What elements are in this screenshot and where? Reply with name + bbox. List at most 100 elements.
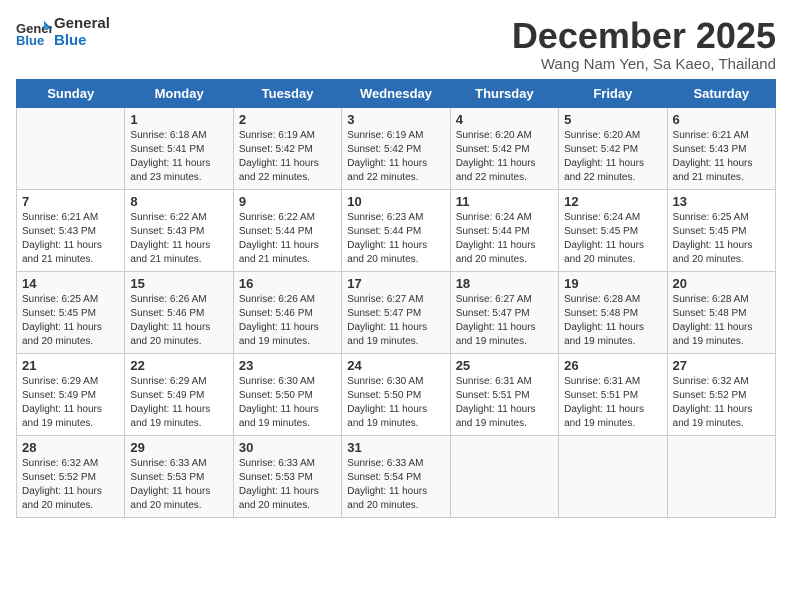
day-number: 17 <box>347 276 444 291</box>
day-number: 1 <box>130 112 227 127</box>
cell-content: Sunrise: 6:25 AM Sunset: 5:45 PM Dayligh… <box>673 211 770 267</box>
day-number: 19 <box>564 276 661 291</box>
calendar-cell: 8 Sunrise: 6:22 AM Sunset: 5:43 PM Daylig… <box>125 189 233 271</box>
calendar-cell: 28 Sunrise: 6:32 AM Sunset: 5:52 PM Dayli… <box>17 435 125 517</box>
day-number: 12 <box>564 194 661 209</box>
calendar-cell: 12 Sunrise: 6:24 AM Sunset: 5:45 PM Dayli… <box>559 189 667 271</box>
day-number: 14 <box>22 276 119 291</box>
logo-blue-text: Blue <box>54 33 110 50</box>
cell-content: Sunrise: 6:31 AM Sunset: 5:51 PM Dayligh… <box>564 375 661 431</box>
header: General Blue General Blue December 2025 … <box>16 16 776 73</box>
calendar-day-header: Saturday <box>667 79 775 107</box>
calendar-cell: 5 Sunrise: 6:20 AM Sunset: 5:42 PM Daylig… <box>559 107 667 189</box>
cell-content: Sunrise: 6:20 AM Sunset: 5:42 PM Dayligh… <box>564 129 661 185</box>
cell-content: Sunrise: 6:28 AM Sunset: 5:48 PM Dayligh… <box>564 293 661 349</box>
calendar-cell: 16 Sunrise: 6:26 AM Sunset: 5:46 PM Dayli… <box>233 271 341 353</box>
calendar-day-header: Friday <box>559 79 667 107</box>
calendar-day-header: Thursday <box>450 79 558 107</box>
day-number: 18 <box>456 276 553 291</box>
day-number: 7 <box>22 194 119 209</box>
cell-content: Sunrise: 6:22 AM Sunset: 5:43 PM Dayligh… <box>130 211 227 267</box>
cell-content: Sunrise: 6:23 AM Sunset: 5:44 PM Dayligh… <box>347 211 444 267</box>
day-number: 29 <box>130 440 227 455</box>
calendar-day-header: Wednesday <box>342 79 450 107</box>
calendar-day-header: Monday <box>125 79 233 107</box>
cell-content: Sunrise: 6:30 AM Sunset: 5:50 PM Dayligh… <box>239 375 336 431</box>
day-number: 6 <box>673 112 770 127</box>
cell-content: Sunrise: 6:19 AM Sunset: 5:42 PM Dayligh… <box>239 129 336 185</box>
cell-content: Sunrise: 6:30 AM Sunset: 5:50 PM Dayligh… <box>347 375 444 431</box>
calendar-cell: 19 Sunrise: 6:28 AM Sunset: 5:48 PM Dayli… <box>559 271 667 353</box>
calendar-cell <box>450 435 558 517</box>
day-number: 15 <box>130 276 227 291</box>
cell-content: Sunrise: 6:27 AM Sunset: 5:47 PM Dayligh… <box>456 293 553 349</box>
calendar-cell: 20 Sunrise: 6:28 AM Sunset: 5:48 PM Dayli… <box>667 271 775 353</box>
day-number: 27 <box>673 358 770 373</box>
calendar-week-row: 1 Sunrise: 6:18 AM Sunset: 5:41 PM Daylig… <box>17 107 776 189</box>
calendar-day-header: Sunday <box>17 79 125 107</box>
cell-content: Sunrise: 6:32 AM Sunset: 5:52 PM Dayligh… <box>22 457 119 513</box>
calendar-cell: 29 Sunrise: 6:33 AM Sunset: 5:53 PM Dayli… <box>125 435 233 517</box>
calendar-cell: 2 Sunrise: 6:19 AM Sunset: 5:42 PM Daylig… <box>233 107 341 189</box>
cell-content: Sunrise: 6:26 AM Sunset: 5:46 PM Dayligh… <box>239 293 336 349</box>
day-number: 20 <box>673 276 770 291</box>
calendar-cell: 26Sunrise: 6:31 AM Sunset: 5:51 PM Dayli… <box>559 353 667 435</box>
calendar-cell: 30 Sunrise: 6:33 AM Sunset: 5:53 PM Dayli… <box>233 435 341 517</box>
day-number: 13 <box>673 194 770 209</box>
logo: General Blue General Blue <box>16 16 110 49</box>
calendar-cell: 7 Sunrise: 6:21 AM Sunset: 5:43 PM Daylig… <box>17 189 125 271</box>
calendar-cell: 24 Sunrise: 6:30 AM Sunset: 5:50 PM Dayli… <box>342 353 450 435</box>
cell-content: Sunrise: 6:33 AM Sunset: 5:54 PM Dayligh… <box>347 457 444 513</box>
day-number: 3 <box>347 112 444 127</box>
calendar-day-header: Tuesday <box>233 79 341 107</box>
calendar-cell: 27 Sunrise: 6:32 AM Sunset: 5:52 PM Dayli… <box>667 353 775 435</box>
calendar-cell: 4Sunrise: 6:20 AM Sunset: 5:42 PM Daylig… <box>450 107 558 189</box>
day-number: 24 <box>347 358 444 373</box>
day-number: 8 <box>130 194 227 209</box>
day-number: 25 <box>456 358 553 373</box>
day-number: 28 <box>22 440 119 455</box>
calendar-cell: 3 Sunrise: 6:19 AM Sunset: 5:42 PM Daylig… <box>342 107 450 189</box>
cell-content: Sunrise: 6:24 AM Sunset: 5:45 PM Dayligh… <box>564 211 661 267</box>
calendar-cell: 22 Sunrise: 6:29 AM Sunset: 5:49 PM Dayli… <box>125 353 233 435</box>
title-block: December 2025 Wang Nam Yen, Sa Kaeo, Tha… <box>512 16 776 73</box>
location-title: Wang Nam Yen, Sa Kaeo, Thailand <box>512 56 776 73</box>
calendar-cell: 21 Sunrise: 6:29 AM Sunset: 5:49 PM Dayli… <box>17 353 125 435</box>
calendar-cell: 6Sunrise: 6:21 AM Sunset: 5:43 PM Daylig… <box>667 107 775 189</box>
cell-content: Sunrise: 6:33 AM Sunset: 5:53 PM Dayligh… <box>239 457 336 513</box>
day-number: 30 <box>239 440 336 455</box>
day-number: 16 <box>239 276 336 291</box>
day-number: 10 <box>347 194 444 209</box>
cell-content: Sunrise: 6:21 AM Sunset: 5:43 PM Dayligh… <box>22 211 119 267</box>
cell-content: Sunrise: 6:19 AM Sunset: 5:42 PM Dayligh… <box>347 129 444 185</box>
calendar-cell: 10 Sunrise: 6:23 AM Sunset: 5:44 PM Dayli… <box>342 189 450 271</box>
calendar-cell <box>559 435 667 517</box>
cell-content: Sunrise: 6:28 AM Sunset: 5:48 PM Dayligh… <box>673 293 770 349</box>
calendar-cell: 25 Sunrise: 6:31 AM Sunset: 5:51 PM Dayli… <box>450 353 558 435</box>
calendar-cell: 31Sunrise: 6:33 AM Sunset: 5:54 PM Dayli… <box>342 435 450 517</box>
cell-content: Sunrise: 6:31 AM Sunset: 5:51 PM Dayligh… <box>456 375 553 431</box>
calendar-cell <box>667 435 775 517</box>
calendar-header-row: SundayMondayTuesdayWednesdayThursdayFrid… <box>17 79 776 107</box>
day-number: 5 <box>564 112 661 127</box>
svg-text:Blue: Blue <box>16 33 44 47</box>
cell-content: Sunrise: 6:18 AM Sunset: 5:41 PM Dayligh… <box>130 129 227 185</box>
logo-general-text: General <box>54 16 110 33</box>
day-number: 4 <box>456 112 553 127</box>
calendar-cell: 11Sunrise: 6:24 AM Sunset: 5:44 PM Dayli… <box>450 189 558 271</box>
day-number: 2 <box>239 112 336 127</box>
cell-content: Sunrise: 6:29 AM Sunset: 5:49 PM Dayligh… <box>22 375 119 431</box>
day-number: 21 <box>22 358 119 373</box>
cell-content: Sunrise: 6:33 AM Sunset: 5:53 PM Dayligh… <box>130 457 227 513</box>
month-title: December 2025 <box>512 16 776 56</box>
day-number: 23 <box>239 358 336 373</box>
calendar-week-row: 21 Sunrise: 6:29 AM Sunset: 5:49 PM Dayli… <box>17 353 776 435</box>
calendar-week-row: 14Sunrise: 6:25 AM Sunset: 5:45 PM Dayli… <box>17 271 776 353</box>
cell-content: Sunrise: 6:32 AM Sunset: 5:52 PM Dayligh… <box>673 375 770 431</box>
day-number: 22 <box>130 358 227 373</box>
day-number: 9 <box>239 194 336 209</box>
cell-content: Sunrise: 6:29 AM Sunset: 5:49 PM Dayligh… <box>130 375 227 431</box>
cell-content: Sunrise: 6:27 AM Sunset: 5:47 PM Dayligh… <box>347 293 444 349</box>
calendar-cell: 9Sunrise: 6:22 AM Sunset: 5:44 PM Daylig… <box>233 189 341 271</box>
logo-icon: General Blue <box>16 19 52 47</box>
